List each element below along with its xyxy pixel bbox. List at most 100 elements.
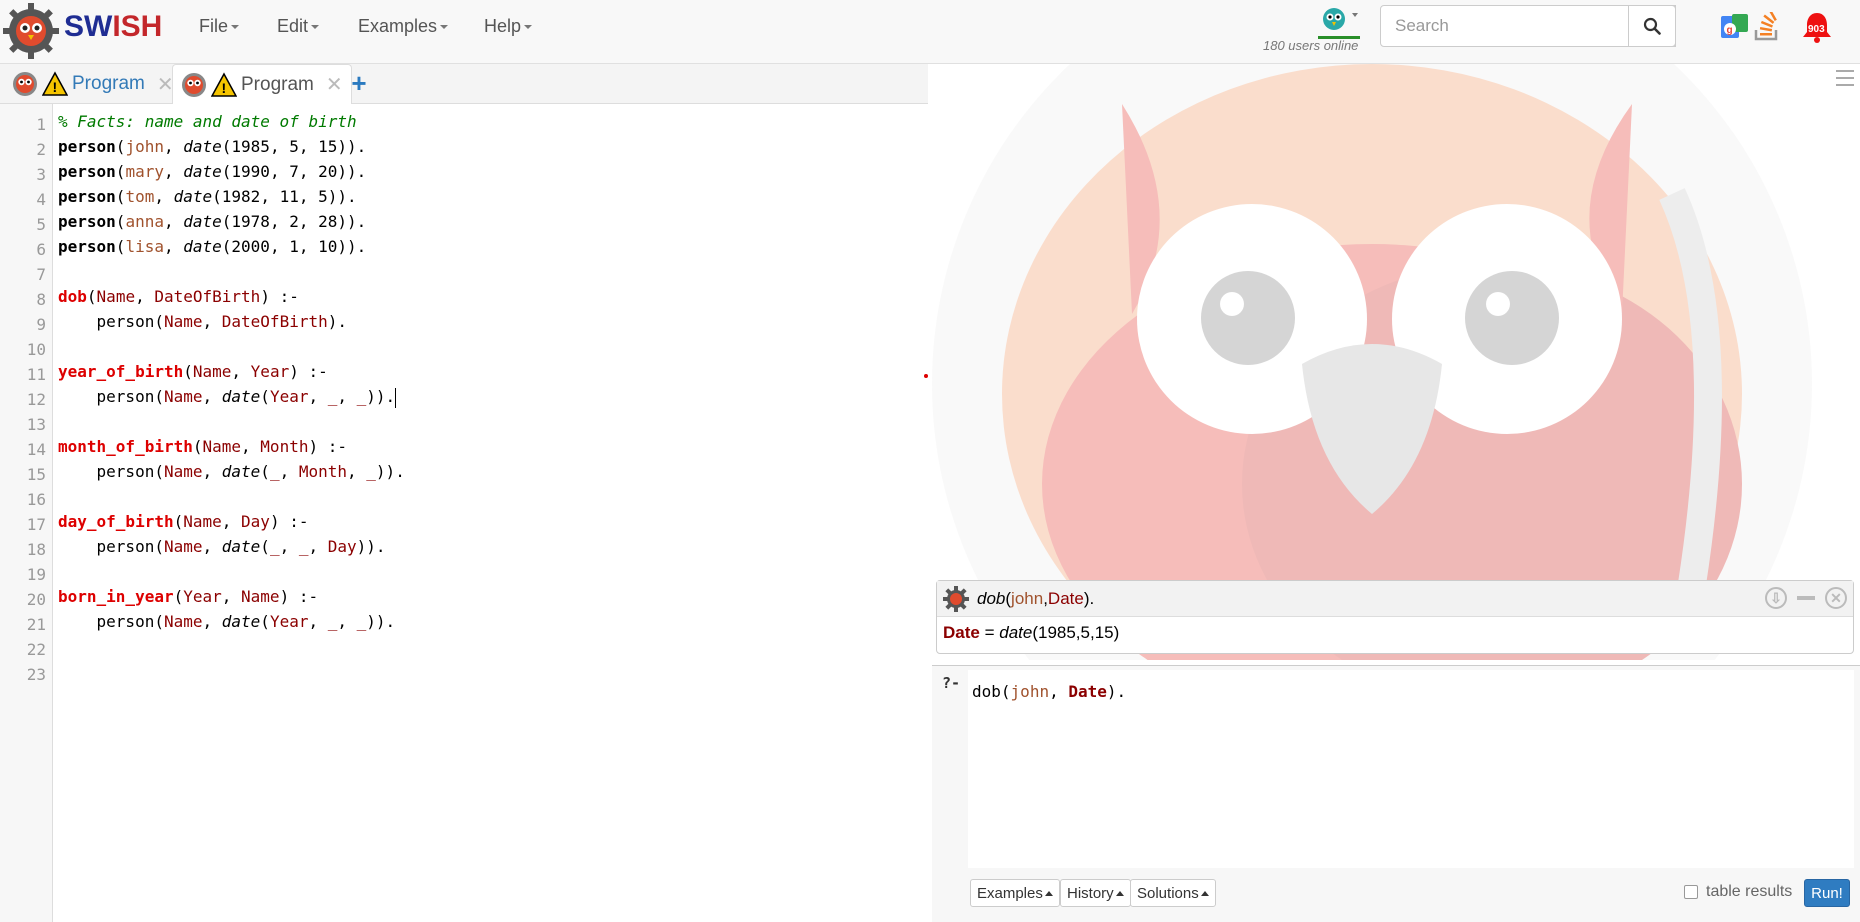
line-number: 2 — [36, 140, 46, 159]
caret-down-icon — [231, 25, 240, 30]
line-number: 22 — [26, 640, 46, 659]
line-number-gutter: 1 2 3 4 5 6 7 8 9 10 11 12 13 14 15 16 17 18 19 20 21 22 23 — [0, 104, 53, 922]
user-avatar-icon[interactable] — [1318, 5, 1360, 37]
navbar: SWISH File Edit Examples Help 180 users … — [0, 0, 1860, 64]
line-number: 4 — [36, 190, 46, 209]
swish-app: SWISH File Edit Examples Help 180 users … — [0, 0, 1860, 922]
tab-label: Program — [241, 73, 314, 95]
code-line: person(Name, date(_, _, Day)). — [96, 537, 386, 556]
line-number: 1 — [36, 115, 46, 134]
notification-count: 903 — [1808, 24, 1825, 35]
svg-text:!: ! — [53, 79, 58, 95]
query-header: dob(john, Date). ⇩ ✕ — [937, 581, 1853, 617]
swish-logo-icon[interactable] — [2, 2, 60, 60]
caret-down-icon — [524, 25, 533, 30]
tab-program-2[interactable]: ! Program ✕ — [172, 64, 352, 105]
results-pane: dob(john, Date). ⇩ ✕ Date = date(1985,5,… — [924, 64, 1860, 922]
table-results-toggle[interactable]: table results — [1684, 883, 1792, 901]
code-line: year_of_birth(Name, Year) :- — [58, 362, 328, 381]
query-text[interactable]: dob(john, Date). — [972, 682, 1126, 701]
users-online-count: 180 users online — [1263, 38, 1359, 53]
code-line: dob(Name, DateOfBirth) :- — [58, 287, 299, 306]
tab-program-1[interactable]: ! Program ✕ — [4, 64, 182, 104]
line-number: 21 — [26, 615, 46, 634]
warning-icon: ! — [42, 71, 68, 96]
caret-down-icon — [311, 25, 320, 30]
line-number: 5 — [36, 215, 46, 234]
brand-title[interactable]: SWISH — [64, 10, 162, 44]
examples-button[interactable]: Examples — [970, 879, 1060, 907]
line-number: 12 — [26, 390, 46, 409]
line-number: 19 — [26, 565, 46, 584]
code-line: person(lisa, date(2000, 1, 10)). — [58, 237, 367, 256]
menu-help[interactable]: Help — [484, 16, 533, 37]
query-prompt: ?- — [942, 674, 961, 692]
answer-functor: date — [999, 623, 1033, 642]
gear-icon[interactable] — [943, 585, 969, 612]
line-number: 10 — [26, 340, 46, 359]
code-line: person(tom, date(1982, 11, 5)). — [58, 187, 357, 206]
code-line: person(john, date(1985, 5, 15)). — [58, 137, 367, 156]
line-number: 7 — [36, 265, 46, 284]
svg-text:!: ! — [222, 80, 227, 96]
query-functor: dob — [977, 588, 1006, 608]
answer-args: (1985,5,15) — [1032, 623, 1120, 642]
text-cursor — [395, 387, 397, 408]
query-atom: john — [1011, 588, 1044, 608]
code-line: person(mary, date(1990, 7, 20)). — [58, 162, 367, 181]
line-number: 14 — [26, 440, 46, 459]
line-number: 3 — [36, 165, 46, 184]
code-editor[interactable]: 1 2 3 4 5 6 7 8 9 10 11 12 13 14 15 16 17 18 19 20 21 22 23 % … — [0, 104, 928, 922]
line-number: 9 — [36, 315, 46, 334]
caret-up-icon — [1115, 890, 1124, 896]
menu-hamburger-icon[interactable] — [1836, 70, 1854, 86]
results-area: dob(john, Date). ⇩ ✕ Date = date(1985,5,… — [932, 64, 1860, 660]
close-icon[interactable]: ✕ — [1825, 587, 1847, 609]
caret-down-icon — [440, 25, 449, 30]
query-variable: Date — [1047, 588, 1084, 608]
stackoverflow-icon[interactable] — [1752, 12, 1782, 42]
code-line: person(Name, date(_, Month, _)). — [96, 462, 405, 481]
menu-examples[interactable]: Examples — [358, 16, 449, 37]
answer-variable: Date — [943, 623, 980, 642]
line-number: 16 — [26, 490, 46, 509]
menu-file[interactable]: File — [199, 16, 240, 37]
line-number: 20 — [26, 590, 46, 609]
splitter-handle[interactable] — [924, 374, 928, 378]
code-line: month_of_birth(Name, Month) :- — [58, 437, 347, 456]
download-icon[interactable]: ⇩ — [1765, 587, 1787, 609]
svg-text:g: g — [1727, 25, 1733, 36]
add-tab-icon[interactable]: + — [345, 69, 373, 97]
line-number: 15 — [26, 465, 46, 484]
search-button[interactable] — [1628, 5, 1676, 47]
google-login-icon[interactable]: g — [1720, 12, 1750, 42]
caret-up-icon — [1200, 890, 1209, 896]
line-number: 13 — [26, 415, 46, 434]
editor-pane: ! Program ✕ ! Program ✕ + 1 2 3 4 5 6 7 8 9 10 11 1… — [0, 64, 928, 922]
line-number: 17 — [26, 515, 46, 534]
warning-icon: ! — [211, 71, 237, 97]
code-line: % Facts: name and date of birth — [58, 112, 357, 131]
tab-bar: ! Program ✕ ! Program ✕ + — [0, 64, 928, 105]
minimize-icon[interactable] — [1795, 587, 1817, 609]
line-number: 6 — [36, 240, 46, 259]
query-result-card: dob(john, Date). ⇩ ✕ Date = date(1985,5,… — [936, 580, 1854, 654]
caret-up-icon — [1044, 890, 1053, 896]
line-number: 23 — [26, 665, 46, 684]
close-tab-icon[interactable]: ✕ — [326, 72, 343, 97]
answer-row: Date = date(1985,5,15) — [943, 623, 1120, 642]
code-line: born_in_year(Year, Name) :- — [58, 587, 319, 606]
code-line: day_of_birth(Name, Day) :- — [58, 512, 309, 531]
menu-edit[interactable]: Edit — [277, 16, 320, 37]
history-button[interactable]: History — [1060, 879, 1131, 907]
code-line: person(Name, date(Year, _, _)). — [96, 387, 397, 408]
line-number: 11 — [26, 365, 46, 384]
code-line: person(Name, date(Year, _, _)). — [96, 612, 396, 631]
solutions-button[interactable]: Solutions — [1130, 879, 1216, 907]
run-button[interactable]: Run! — [1804, 879, 1850, 907]
code-line: person(anna, date(1978, 2, 28)). — [58, 212, 367, 231]
swish-owl-icon — [13, 72, 37, 96]
table-results-checkbox[interactable] — [1684, 885, 1698, 899]
line-number: 18 — [26, 540, 46, 559]
query-editor-area: ?- dob(john, Date). Examples History Sol… — [932, 665, 1860, 922]
